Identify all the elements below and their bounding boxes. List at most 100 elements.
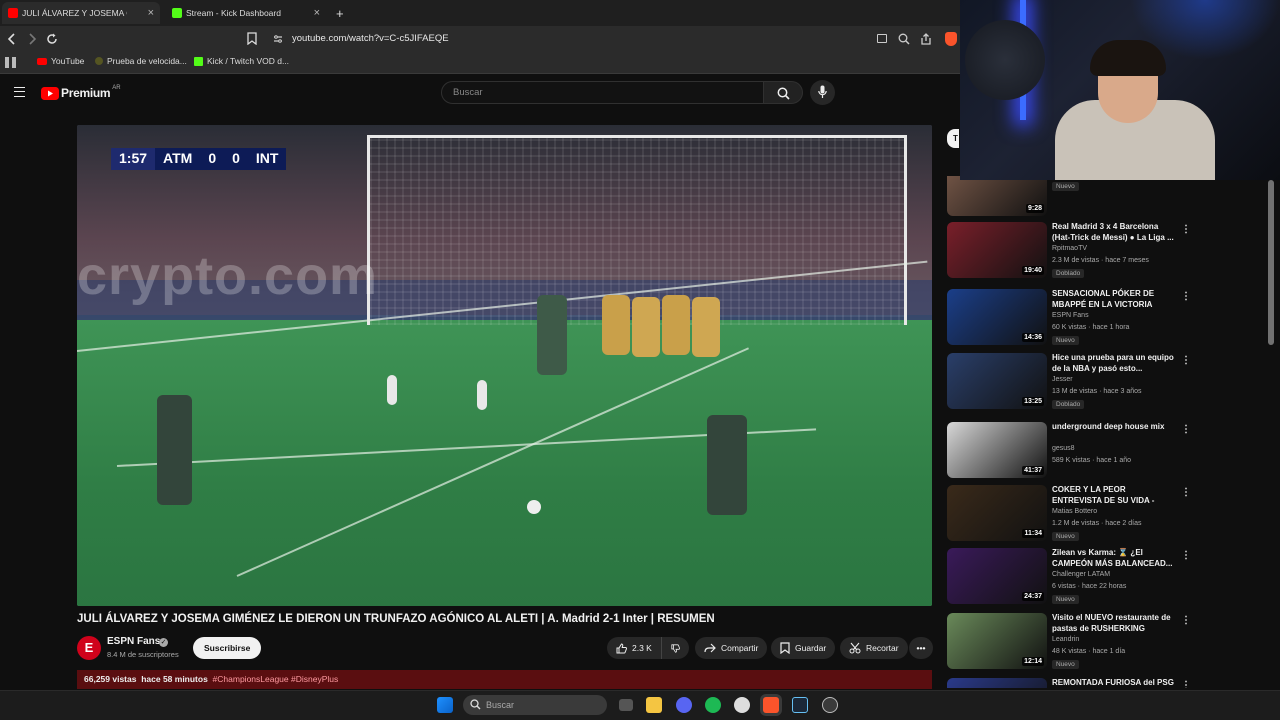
video-thumbnail[interactable]: 13:25: [947, 353, 1047, 409]
related-video-channel[interactable]: Jesser: [1052, 376, 1073, 383]
related-video-item[interactable]: 11:34 COKER Y LA PEOR ENTREVISTA DE SU VI…: [947, 484, 1191, 545]
video-player[interactable]: crypto.com 1:57 ATM 0 0 INT: [77, 125, 932, 606]
hashtags[interactable]: #ChampionsLeague #DisneyPlus: [213, 674, 339, 684]
more-vertical-icon[interactable]: ⋮: [1181, 487, 1191, 498]
more-vertical-icon[interactable]: ⋮: [1181, 291, 1191, 302]
apps-grid-icon[interactable]: [5, 57, 16, 68]
tab-youtube[interactable]: JULI ÁLVAREZ Y JOSEMA GIM ×: [2, 2, 160, 24]
related-video-item[interactable]: 14:36 SENSACIONAL PÓKER DE MBAPPÉ EN LA V…: [947, 288, 1191, 349]
bookmark-icon[interactable]: [247, 32, 257, 45]
speedtest-icon: [95, 57, 103, 65]
taskbar-search[interactable]: Buscar: [463, 695, 607, 715]
like-button[interactable]: 2.3 K: [607, 637, 661, 659]
video-thumbnail[interactable]: 14:36: [947, 289, 1047, 345]
video-thumbnail[interactable]: 12:14: [947, 613, 1047, 669]
scissors-icon: [849, 642, 861, 654]
related-video-channel[interactable]: Leandrin: [1052, 636, 1079, 643]
search-input[interactable]: Buscar: [441, 81, 764, 104]
related-video-item[interactable]: 41:37 underground deep house mix gesus8 589…: [947, 421, 1191, 482]
microphone-icon: [818, 85, 827, 98]
voice-search-button[interactable]: [810, 80, 835, 105]
upload-age: hace 58 minutos: [141, 674, 208, 684]
related-video-title[interactable]: SENSACIONAL PÓKER DE MBAPPÉ EN LA VICTOR…: [1052, 288, 1177, 310]
windows-start-icon[interactable]: [437, 697, 453, 713]
back-icon[interactable]: [6, 33, 18, 45]
related-video-item[interactable]: REMONTADA FURIOSA del PSG ⋮: [947, 677, 1191, 688]
related-video-channel[interactable]: Matias Bottero: [1052, 508, 1097, 515]
close-tab-icon[interactable]: ×: [314, 7, 320, 19]
task-view-icon[interactable]: [619, 699, 633, 711]
file-explorer-icon[interactable]: [646, 697, 662, 713]
tab-kick-dashboard[interactable]: Stream - Kick Dashboard ×: [166, 2, 326, 24]
bookmark-kick-vod[interactable]: Kick / Twitch VOD d...: [194, 56, 289, 66]
channel-avatar[interactable]: E: [77, 636, 101, 660]
channel-name[interactable]: ESPN Fans: [107, 636, 160, 647]
search-button[interactable]: [763, 81, 803, 104]
search-icon: [777, 87, 790, 100]
menu-icon[interactable]: [14, 87, 25, 97]
bookmark-speedtest[interactable]: Prueba de velocida...: [95, 56, 187, 66]
more-vertical-icon[interactable]: ⋮: [1181, 355, 1191, 366]
share-button[interactable]: Compartir: [695, 637, 768, 659]
save-button[interactable]: Guardar: [771, 637, 836, 659]
description-bar[interactable]: 66,259 vistas hace 58 minutos #Champions…: [77, 670, 932, 689]
video-thumbnail[interactable]: [947, 678, 1047, 688]
more-horizontal-icon: •••: [916, 643, 926, 653]
brave-browser-icon[interactable]: [763, 697, 779, 713]
more-vertical-icon[interactable]: ⋮: [1181, 224, 1191, 235]
related-video-item[interactable]: 19:40 Real Madrid 3 x 4 Barcelona (Hat-Tr…: [947, 221, 1191, 282]
more-vertical-icon[interactable]: ⋮: [1181, 680, 1191, 688]
related-video-channel[interactable]: RpitmaoTV: [1052, 245, 1087, 252]
video-thumbnail[interactable]: 19:40: [947, 222, 1047, 278]
video-thumbnail[interactable]: 24:37: [947, 548, 1047, 604]
more-actions-button[interactable]: •••: [909, 637, 933, 659]
video-thumbnail[interactable]: 11:34: [947, 485, 1047, 541]
youtube-favicon-icon: [8, 8, 18, 18]
related-video-channel[interactable]: gesus8: [1052, 445, 1075, 452]
cast-icon[interactable]: [877, 34, 887, 43]
more-vertical-icon[interactable]: ⋮: [1181, 424, 1191, 435]
player: [602, 295, 630, 355]
subscribe-button[interactable]: Suscribirse: [193, 637, 262, 659]
bookmark-youtube[interactable]: YouTube: [37, 56, 84, 66]
related-video-title[interactable]: Zilean vs Karma: ⌛ ¿El CAMPEÓN MÁS BALAN…: [1052, 547, 1177, 569]
save-label: Guardar: [795, 643, 827, 653]
forward-icon[interactable]: [26, 33, 38, 45]
zoom-icon[interactable]: [898, 33, 910, 45]
related-video-title[interactable]: underground deep house mix: [1052, 421, 1177, 432]
video-thumbnail[interactable]: 41:37: [947, 422, 1047, 478]
spotify-icon[interactable]: [705, 697, 721, 713]
site-settings-icon[interactable]: [273, 34, 283, 44]
related-video-title[interactable]: Hice una prueba para un equipo de la NBA…: [1052, 352, 1177, 374]
discord-icon[interactable]: [676, 697, 692, 713]
related-video-title[interactable]: REMONTADA FURIOSA del PSG: [1052, 677, 1177, 688]
related-video-channel[interactable]: Challenger LATAM: [1052, 571, 1110, 578]
youtube-logo[interactable]: Premium AR: [41, 85, 121, 100]
obs-icon[interactable]: [822, 697, 838, 713]
related-video-title[interactable]: COKER Y LA PEOR ENTREVISTA DE SU VIDA - …: [1052, 484, 1177, 506]
scrollbar[interactable]: [1268, 180, 1274, 345]
steam-icon[interactable]: [792, 697, 808, 713]
related-video-title[interactable]: Visito el NUEVO restaurante de pastas de…: [1052, 612, 1177, 634]
related-video-item[interactable]: 24:37 Zilean vs Karma: ⌛ ¿El CAMPEÓN MÁS …: [947, 547, 1191, 608]
clip-button[interactable]: Recortar: [840, 637, 908, 659]
related-video-meta: 589 K vistas · hace 1 año: [1052, 457, 1131, 464]
chip-partial[interactable]: T: [947, 129, 959, 148]
more-vertical-icon[interactable]: ⋮: [1181, 615, 1191, 626]
related-video-item[interactable]: 12:14 Visito el NUEVO restaurante de past…: [947, 612, 1191, 673]
more-vertical-icon[interactable]: ⋮: [1181, 550, 1191, 561]
close-tab-icon[interactable]: ×: [148, 7, 154, 19]
video-thumbnail[interactable]: 9:28: [947, 176, 1047, 216]
related-video-item[interactable]: 13:25 Hice una prueba para un equipo de l…: [947, 352, 1191, 413]
related-video-channel[interactable]: ESPN Fans: [1052, 312, 1089, 319]
brave-shield-icon[interactable]: [945, 32, 957, 46]
chatgpt-icon[interactable]: [734, 697, 750, 713]
new-tab-button[interactable]: +: [330, 2, 350, 24]
dislike-button[interactable]: [661, 637, 689, 659]
channel-row: E ESPN Fans ✓ 8.4 M de suscriptores Susc…: [77, 634, 937, 662]
related-video-item[interactable]: 9:281.4 K vistas · hace 13 minutosNuevo: [947, 176, 1183, 220]
url-field[interactable]: youtube.com/watch?v=C-c5JIFAEQE: [269, 30, 959, 48]
share-page-icon[interactable]: [920, 33, 932, 45]
related-video-title[interactable]: Real Madrid 3 x 4 Barcelona (Hat-Trick d…: [1052, 221, 1177, 243]
reload-icon[interactable]: [46, 33, 58, 45]
